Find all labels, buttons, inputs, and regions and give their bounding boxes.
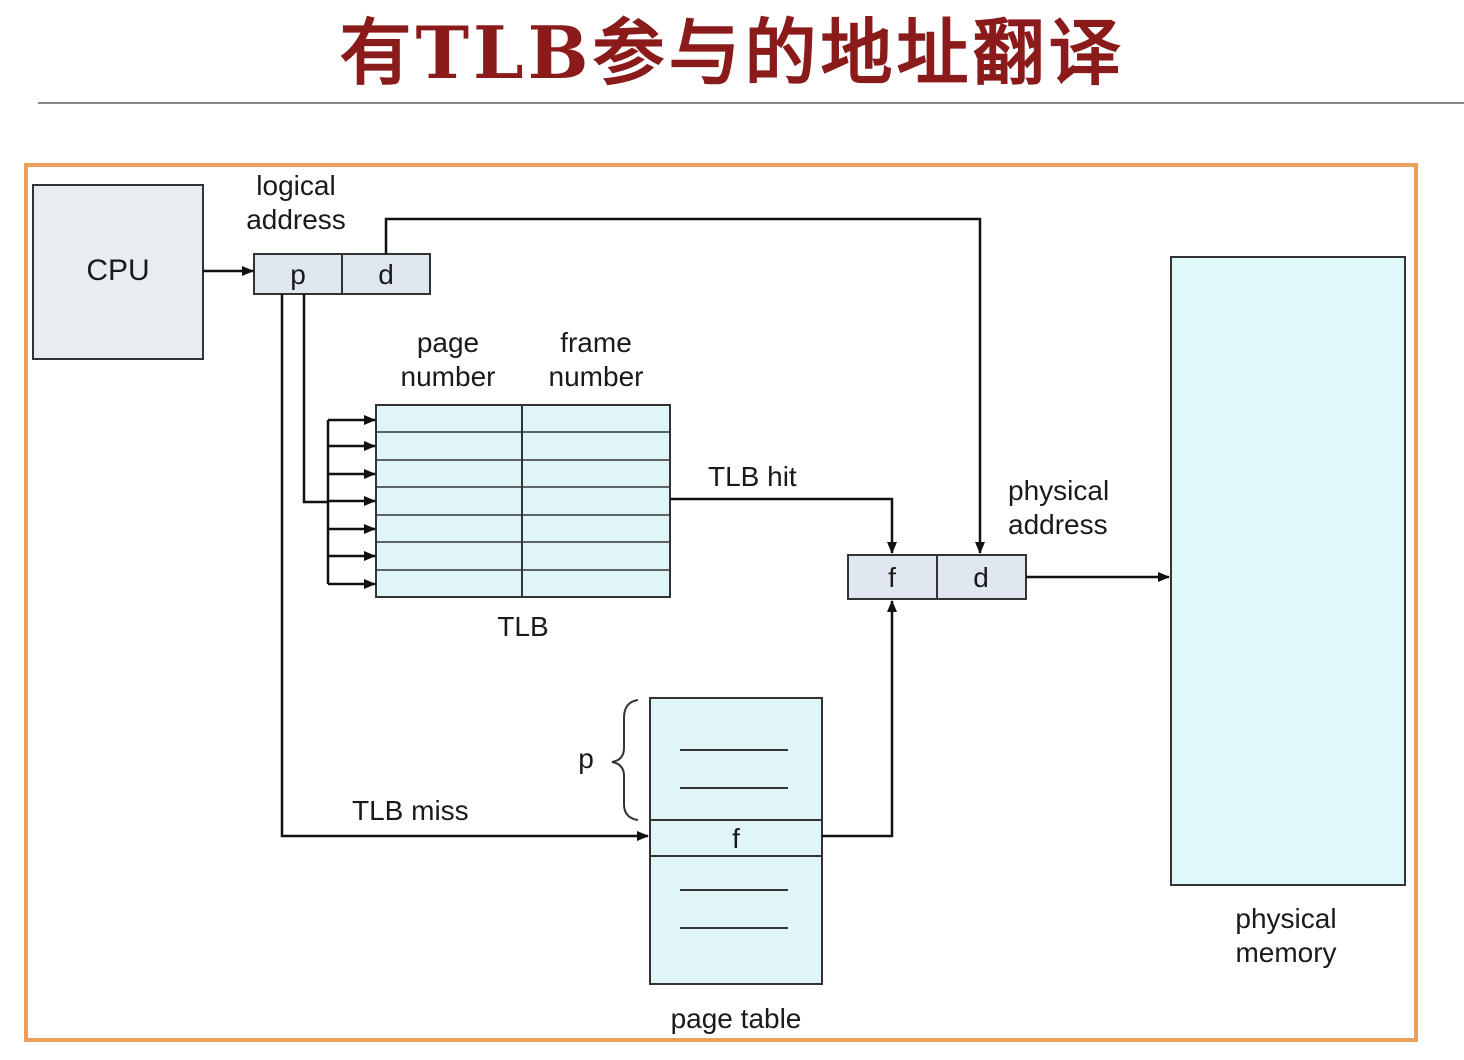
physical-address-label-line1: physical bbox=[1008, 475, 1109, 506]
tlb-header-frame-line1: frame bbox=[560, 327, 632, 358]
logical-address-label-line2: address bbox=[246, 204, 346, 235]
tlb-miss-label: TLB miss bbox=[352, 795, 469, 826]
tlb-header-page-line1: page bbox=[417, 327, 479, 358]
page-table-p-label: p bbox=[578, 743, 594, 774]
logical-p-label: p bbox=[290, 259, 306, 290]
tlb-table bbox=[375, 404, 671, 598]
tlb-header-frame-line2: number bbox=[549, 361, 644, 392]
physical-d-label: d bbox=[973, 562, 989, 593]
tlb-label: TLB bbox=[497, 611, 548, 642]
logical-address-label-line1: logical bbox=[256, 170, 335, 201]
physical-memory-label-line1: physical bbox=[1235, 903, 1336, 934]
physical-memory-label-line2: memory bbox=[1235, 937, 1336, 968]
page-table-f-label: f bbox=[732, 823, 740, 854]
physical-address-label-line2: address bbox=[1008, 509, 1108, 540]
tlb-hit-label: TLB hit bbox=[708, 461, 797, 492]
page-table-label: page table bbox=[671, 1003, 802, 1034]
logical-d-label: d bbox=[378, 259, 394, 290]
physical-f-label: f bbox=[888, 562, 896, 593]
physical-memory-block bbox=[1170, 256, 1406, 886]
tlb-translation-diagram: CPU logical address p d page number fram… bbox=[24, 163, 1418, 1042]
tlb-header-page-line2: number bbox=[401, 361, 496, 392]
cpu-label: CPU bbox=[86, 254, 149, 287]
